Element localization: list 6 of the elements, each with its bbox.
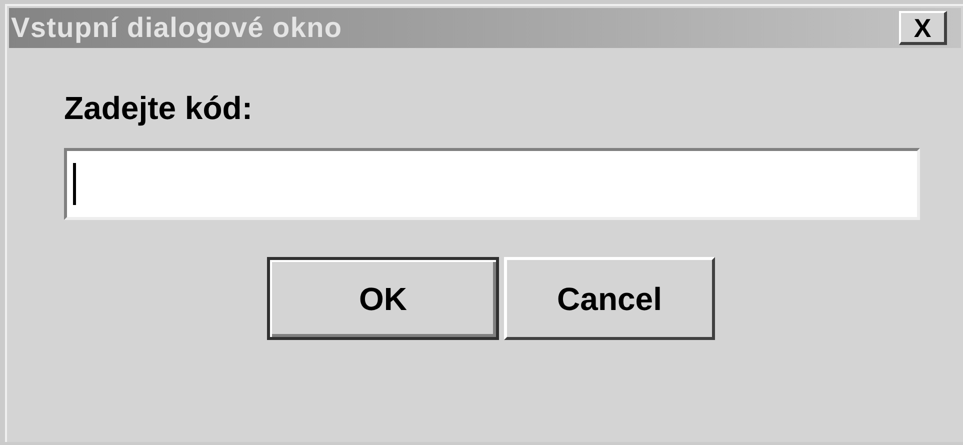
dialog-button[interactable]: OK <box>267 257 499 340</box>
window-title: Vstupní dialogové okno <box>11 11 342 45</box>
dialog-button[interactable]: Cancel <box>504 257 715 340</box>
input-field[interactable] <box>64 148 920 220</box>
close-button[interactable]: X <box>899 11 947 45</box>
prompt-label: Zadejte kód: <box>64 92 254 124</box>
